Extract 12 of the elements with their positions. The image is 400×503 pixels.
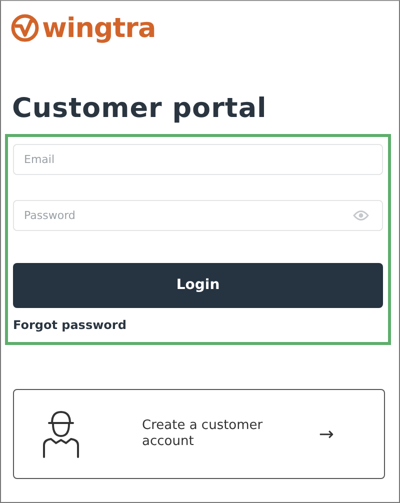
create-account-card[interactable]: Create a customer account → bbox=[13, 389, 385, 480]
login-button[interactable]: Login bbox=[13, 263, 383, 308]
password-field[interactable]: Password bbox=[13, 200, 383, 232]
email-field[interactable]: Email bbox=[13, 144, 383, 176]
arrow-glyph: → bbox=[318, 422, 334, 447]
logo-text: wingtra bbox=[42, 14, 156, 42]
worker-icon bbox=[42, 409, 80, 460]
create-account-text: Create a customer account bbox=[142, 418, 264, 452]
eye-icon[interactable] bbox=[353, 210, 369, 222]
page-title: Customer portal bbox=[12, 93, 268, 126]
logo-icon bbox=[11, 14, 39, 42]
forgot-password-link[interactable]: Forgot password bbox=[13, 316, 126, 334]
